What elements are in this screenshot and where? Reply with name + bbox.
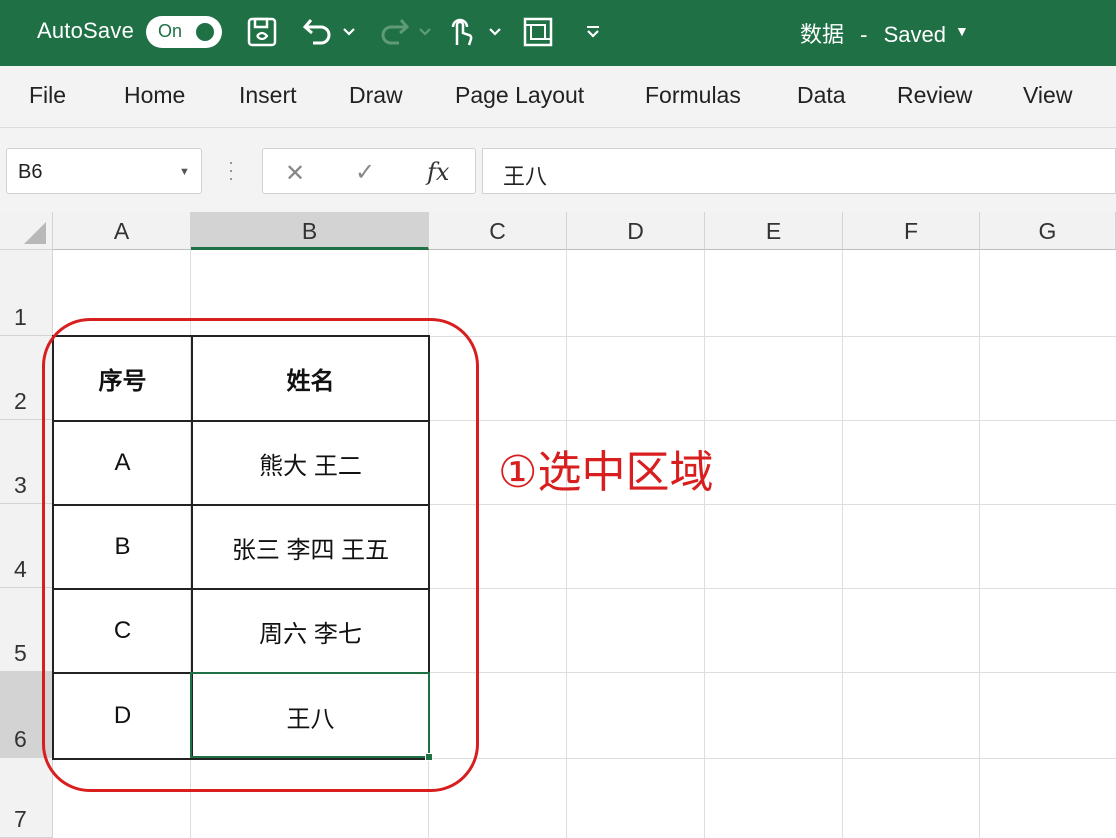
gridline xyxy=(704,250,705,838)
annotation-highlight-box xyxy=(42,318,479,792)
tab-formulas[interactable]: Formulas xyxy=(645,82,741,109)
undo-icon[interactable] xyxy=(298,14,338,50)
tab-view[interactable]: View xyxy=(1023,82,1072,109)
redo-dropdown-icon xyxy=(416,14,434,50)
autosave-state: On xyxy=(158,21,183,41)
gridline xyxy=(842,250,843,838)
column-header-a[interactable]: A xyxy=(53,212,191,250)
undo-dropdown-icon[interactable] xyxy=(340,14,358,50)
select-all-button[interactable] xyxy=(0,212,53,250)
save-status: Saved xyxy=(883,22,946,47)
row-header-7[interactable]: 7 xyxy=(0,758,53,838)
formula-bar: B6 ▼ · · · ✕ ✓ fx 王八 xyxy=(0,128,1116,212)
autosave-label: AutoSave xyxy=(37,18,135,43)
annotation-label: ①选中区域 xyxy=(498,448,714,497)
enter-icon[interactable]: ✓ xyxy=(355,158,375,187)
column-header-g[interactable]: G xyxy=(980,212,1116,250)
name-box[interactable]: B6 ▼ xyxy=(6,148,202,194)
gridline xyxy=(566,250,567,838)
ribbon-tabs: File Home Insert Draw Page Layout Formul… xyxy=(0,66,1116,128)
column-header-f[interactable]: F xyxy=(843,212,980,250)
toggle-knob xyxy=(196,23,214,41)
spreadsheet-grid: A B C D E F G 1 2 3 4 5 6 7 序号 姓名 A 熊大 王… xyxy=(0,212,1116,838)
autosave-toggle[interactable]: On xyxy=(146,16,222,48)
customize-toolbar-icon[interactable] xyxy=(582,14,604,50)
tab-file[interactable]: File xyxy=(29,82,66,109)
title-dropdown-icon[interactable]: ▼ xyxy=(955,23,969,39)
document-title[interactable]: 数据 - Saved xyxy=(800,17,946,49)
tab-insert[interactable]: Insert xyxy=(239,82,297,109)
page-setup-icon[interactable] xyxy=(520,14,556,50)
name-box-value: B6 xyxy=(18,161,43,183)
tab-home[interactable]: Home xyxy=(124,82,185,109)
chevron-down-icon[interactable]: ▼ xyxy=(179,166,190,178)
column-header-b[interactable]: B xyxy=(191,212,429,250)
gridline xyxy=(979,250,980,838)
tab-review[interactable]: Review xyxy=(897,82,972,109)
touch-mode-icon[interactable] xyxy=(442,14,478,50)
tab-page-layout[interactable]: Page Layout xyxy=(455,82,584,109)
tab-data[interactable]: Data xyxy=(797,82,846,109)
more-options-icon[interactable]: · · · xyxy=(228,153,234,187)
column-header-e[interactable]: E xyxy=(705,212,843,250)
title-separator: - xyxy=(860,22,868,47)
formula-value: 王八 xyxy=(503,164,548,189)
formula-input[interactable]: 王八 xyxy=(482,148,1116,194)
column-header-d[interactable]: D xyxy=(567,212,705,250)
row-header-1[interactable]: 1 xyxy=(0,250,53,336)
insert-function-icon[interactable]: fx xyxy=(427,158,449,186)
column-header-c[interactable]: C xyxy=(429,212,567,250)
touch-dropdown-icon[interactable] xyxy=(486,14,504,50)
cancel-icon[interactable]: ✕ xyxy=(285,159,305,188)
document-name: 数据 xyxy=(800,22,845,47)
tab-draw[interactable]: Draw xyxy=(349,82,403,109)
redo-icon xyxy=(374,14,414,50)
title-bar: AutoSave On 数据 - Saved ▼ xyxy=(0,0,1116,66)
formula-buttons: ✕ ✓ fx xyxy=(262,148,476,194)
save-icon[interactable] xyxy=(244,14,280,50)
